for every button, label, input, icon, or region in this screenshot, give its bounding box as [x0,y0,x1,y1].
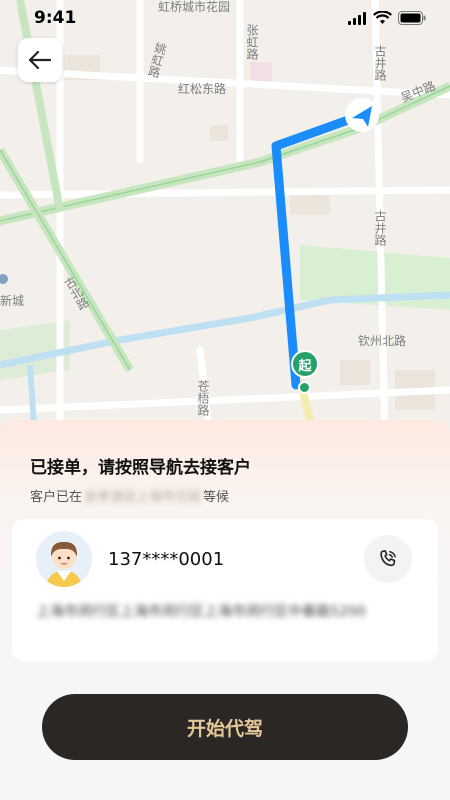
avatar-icon [36,531,92,587]
customer-avatar [36,531,92,587]
road-label-gujing-bottom: 古井路 [373,210,387,246]
subtitle-prefix: 客户已在 [30,490,83,505]
place-label-xincheng: 新城 [0,294,25,308]
road-label-cangwu: 苍梧路 [196,380,210,416]
order-sheet: 已接单，请按照导航去接客户 客户已在 金孝酒店上海市古田 等候 137****0… [0,420,450,800]
wifi-icon [373,11,392,24]
phone-call-icon [380,550,396,567]
road-label-qinzhou-north: 钦州北路 [358,334,407,348]
customer-address: 上海市闵行区上海市闵行区上海市闵行区中春路5200 [36,604,366,620]
call-button[interactable] [364,535,412,583]
back-button[interactable] [18,38,62,82]
start-point-dot [298,381,311,394]
map-view[interactable]: 虹桥城市花园 姚虹路 张虹路 古井路 古井路 红松东路 吴中路 古北路 钦州北路… [0,0,450,440]
pickup-location: 金孝酒店上海市古田 [84,490,202,505]
arrow-left-icon [29,51,51,69]
road-label-gujing-top: 古井路 [373,45,387,81]
subtitle-suffix: 等候 [203,490,230,505]
battery-icon [398,11,426,25]
customer-phone: 137****0001 [108,549,225,570]
order-status-title: 已接单，请按照导航去接客户 [30,458,251,478]
customer-card: 137****0001 上海市闵行区上海市闵行区上海市闵行区中春路5200 [12,519,438,661]
start-marker-label: 起 [298,358,312,374]
start-marker: 起 [291,350,319,378]
road-label-hongsong-east: 红松东路 [178,82,227,96]
status-bar: 9:41 [0,0,450,36]
signal-icon [348,12,366,25]
status-time: 9:41 [34,8,77,28]
start-driving-button[interactable]: 开始代驾 [42,694,408,760]
order-status-subtitle: 客户已在 金孝酒店上海市古田 等候 [30,486,229,505]
